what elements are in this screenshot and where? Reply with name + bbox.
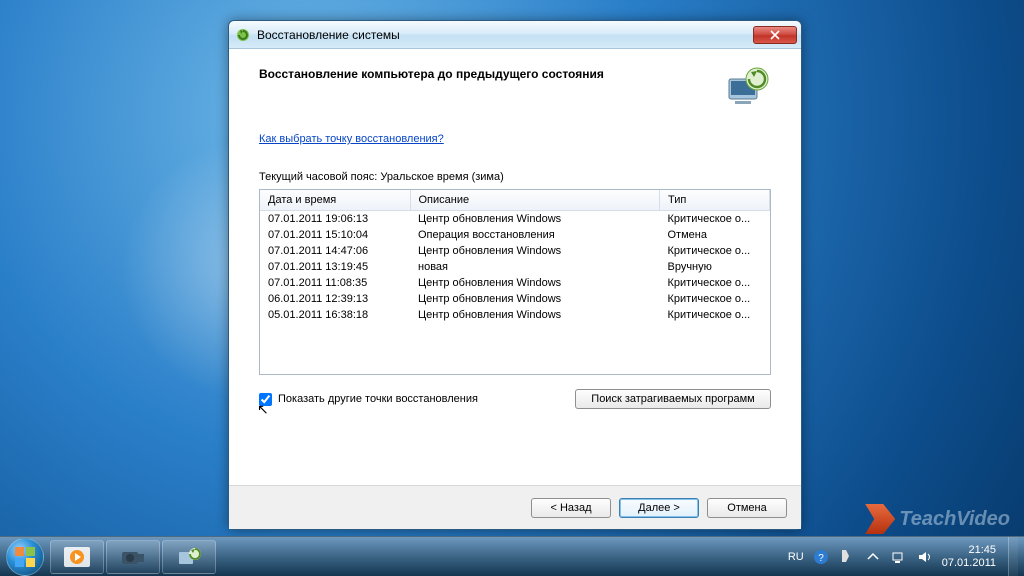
system-tray: RU ? 21:45 07.01.2011	[788, 544, 996, 570]
cell-date: 05.01.2011 16:38:18	[260, 307, 410, 323]
col-date[interactable]: Дата и время	[260, 190, 410, 211]
table-row[interactable]: 07.01.2011 15:10:04Операция восстановлен…	[260, 227, 770, 243]
taskbar-camera-app[interactable]	[106, 540, 160, 574]
restore-app-icon	[235, 27, 251, 43]
clock[interactable]: 21:45 07.01.2011	[942, 544, 996, 570]
cell-desc: новая	[410, 259, 660, 275]
table-row[interactable]: 06.01.2011 12:39:13Центр обновления Wind…	[260, 291, 770, 307]
cell-type: Критическое о...	[660, 275, 770, 291]
clock-time: 21:45	[942, 544, 996, 557]
help-shield-icon[interactable]: ?	[812, 548, 830, 566]
close-button[interactable]	[753, 26, 797, 44]
cell-type: Критическое о...	[660, 291, 770, 307]
dialog-body: Восстановление компьютера до предыдущего…	[229, 49, 801, 485]
start-button[interactable]	[6, 538, 44, 576]
cell-type: Вручную	[660, 259, 770, 275]
taskbar: RU ? 21:45 07.01.2011	[0, 536, 1024, 576]
table-row[interactable]: 07.01.2011 13:19:45новаяВручную	[260, 259, 770, 275]
cell-date: 07.01.2011 19:06:13	[260, 211, 410, 228]
tray-overflow-icon[interactable]	[864, 548, 882, 566]
titlebar[interactable]: Восстановление системы	[229, 21, 801, 49]
table-row[interactable]: 07.01.2011 11:08:35Центр обновления Wind…	[260, 275, 770, 291]
cell-date: 06.01.2011 12:39:13	[260, 291, 410, 307]
next-button[interactable]: Далее >	[619, 498, 699, 518]
cell-type: Критическое о...	[660, 211, 770, 228]
window-title: Восстановление системы	[257, 28, 753, 42]
cell-date: 07.01.2011 14:47:06	[260, 243, 410, 259]
dialog-footer: < Назад Далее > Отмена	[229, 485, 801, 529]
cell-date: 07.01.2011 15:10:04	[260, 227, 410, 243]
cell-desc: Центр обновления Windows	[410, 307, 660, 323]
scan-affected-button[interactable]: Поиск затрагиваемых программ	[575, 389, 771, 409]
svg-text:?: ?	[818, 553, 824, 564]
watermark: TeachVideo	[865, 504, 1010, 534]
col-type[interactable]: Тип	[660, 190, 770, 211]
page-heading: Восстановление компьютера до предыдущего…	[259, 63, 703, 81]
cell-desc: Центр обновления Windows	[410, 211, 660, 228]
watermark-text: TeachVideo	[899, 508, 1010, 531]
cell-date: 07.01.2011 13:19:45	[260, 259, 410, 275]
system-restore-dialog: Восстановление системы Восстановление ко…	[228, 20, 802, 530]
restore-hero-icon	[723, 63, 771, 111]
show-more-checkbox-input[interactable]	[259, 393, 272, 406]
cell-type: Критическое о...	[660, 307, 770, 323]
cancel-button[interactable]: Отмена	[707, 498, 787, 518]
network-icon[interactable]	[890, 548, 908, 566]
help-link[interactable]: Как выбрать точку восстановления?	[259, 133, 771, 145]
restore-points-table[interactable]: Дата и время Описание Тип 07.01.2011 19:…	[259, 189, 771, 375]
cell-desc: Центр обновления Windows	[410, 291, 660, 307]
table-row[interactable]: 07.01.2011 14:47:06Центр обновления Wind…	[260, 243, 770, 259]
col-desc[interactable]: Описание	[410, 190, 660, 211]
table-row[interactable]: 05.01.2011 16:38:18Центр обновления Wind…	[260, 307, 770, 323]
table-header-row[interactable]: Дата и время Описание Тип	[260, 190, 770, 211]
timezone-label: Текущий часовой пояс: Уральское время (з…	[259, 171, 771, 183]
show-more-checkbox[interactable]: Показать другие точки восстановления ↖	[259, 393, 478, 406]
volume-icon[interactable]	[916, 548, 934, 566]
cell-desc: Центр обновления Windows	[410, 243, 660, 259]
table-row[interactable]: 07.01.2011 19:06:13Центр обновления Wind…	[260, 211, 770, 228]
cell-desc: Центр обновления Windows	[410, 275, 660, 291]
cell-desc: Операция восстановления	[410, 227, 660, 243]
back-button[interactable]: < Назад	[531, 498, 611, 518]
action-center-icon[interactable]	[838, 548, 856, 566]
taskbar-system-restore[interactable]	[162, 540, 216, 574]
show-more-label: Показать другие точки восстановления	[278, 393, 478, 405]
taskbar-media-player[interactable]	[50, 540, 104, 574]
language-indicator[interactable]: RU	[788, 551, 804, 563]
show-desktop-button[interactable]	[1008, 537, 1018, 576]
clock-date: 07.01.2011	[942, 557, 996, 570]
cell-type: Критическое о...	[660, 243, 770, 259]
cell-date: 07.01.2011 11:08:35	[260, 275, 410, 291]
watermark-badge-icon	[865, 504, 895, 534]
cell-type: Отмена	[660, 227, 770, 243]
